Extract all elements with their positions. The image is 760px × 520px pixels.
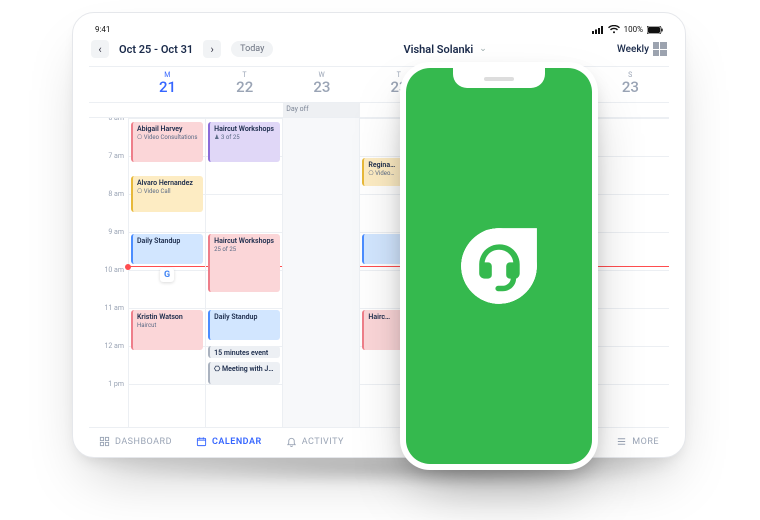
event[interactable]: Daily Standup — [131, 234, 203, 264]
tab-dashboard[interactable]: DASHBOARD — [99, 436, 172, 447]
tab-calendar[interactable]: CALENDAR — [196, 436, 262, 447]
col-tue[interactable]: Haircut Workshops♟ 3 of 25 Haircut Works… — [206, 118, 283, 428]
dashboard-icon — [99, 436, 110, 447]
battery-pct: 100% — [624, 25, 643, 34]
freshdesk-logo-icon — [454, 221, 544, 311]
status-time: 9:41 — [95, 25, 110, 34]
tab-activity[interactable]: ACTIVITY — [286, 436, 344, 447]
calendar-icon — [196, 436, 207, 447]
col-wed[interactable] — [283, 118, 360, 428]
next-week-button[interactable]: › — [203, 40, 221, 58]
dow-tue[interactable]: T22 — [206, 67, 283, 102]
status-right: 100% — [592, 25, 663, 34]
col-sun[interactable] — [592, 118, 669, 428]
battery-icon — [647, 26, 663, 34]
dow-wed[interactable]: W23 — [283, 67, 360, 102]
event[interactable]: Kristin WatsonHaircut — [131, 310, 203, 350]
event[interactable]: Daily Standup — [208, 310, 280, 340]
user-name: Vishal Solanki — [403, 43, 473, 56]
tab-more[interactable]: MORE — [616, 436, 659, 447]
view-switcher[interactable]: Weekly — [617, 42, 667, 56]
event[interactable]: 15 minutes event — [208, 346, 280, 358]
calendar-header: ‹ Oct 25 - Oct 31 › Today Vishal Solanki… — [89, 36, 669, 66]
bell-icon — [286, 436, 297, 447]
event[interactable]: Abigail Harvey⎔ Video Consultations — [131, 122, 203, 162]
allday-wed[interactable]: Day off — [283, 103, 360, 117]
grid-icon — [653, 42, 667, 56]
time-gutter: 6 am 7 am 8 am 9 am 10 am 11 am 12 am 1 … — [89, 118, 129, 428]
phone-notch — [453, 68, 545, 88]
google-badge-icon: G — [160, 268, 174, 282]
dow-mon[interactable]: M21 — [129, 67, 206, 102]
event[interactable]: Haircut Workshops♟ 3 of 25 — [208, 122, 280, 162]
hamburger-icon — [616, 436, 627, 447]
col-mon[interactable]: Abigail Harvey⎔ Video Consultations Alva… — [129, 118, 206, 428]
ipad-status-bar: 9:41 100% — [89, 25, 669, 36]
chevron-down-icon: ⌄ — [479, 44, 487, 54]
date-range[interactable]: Oct 25 - Oct 31 — [113, 43, 199, 56]
dow-sun[interactable]: S23 — [592, 67, 669, 102]
phone-device — [400, 62, 598, 470]
event[interactable]: Alvaro Hernandez⎔ Video Call — [131, 176, 203, 212]
prev-week-button[interactable]: ‹ — [91, 40, 109, 58]
wifi-icon — [608, 25, 620, 34]
today-button[interactable]: Today — [231, 41, 273, 57]
signal-icon — [592, 26, 604, 34]
user-selector[interactable]: Vishal Solanki ⌄ — [403, 43, 486, 56]
view-label: Weekly — [617, 44, 649, 55]
event[interactable]: Haircut Workshops25 of 25 — [208, 234, 280, 292]
event[interactable]: ⎔ Meeting with Jo… — [208, 362, 280, 384]
phone-screen — [406, 68, 592, 464]
